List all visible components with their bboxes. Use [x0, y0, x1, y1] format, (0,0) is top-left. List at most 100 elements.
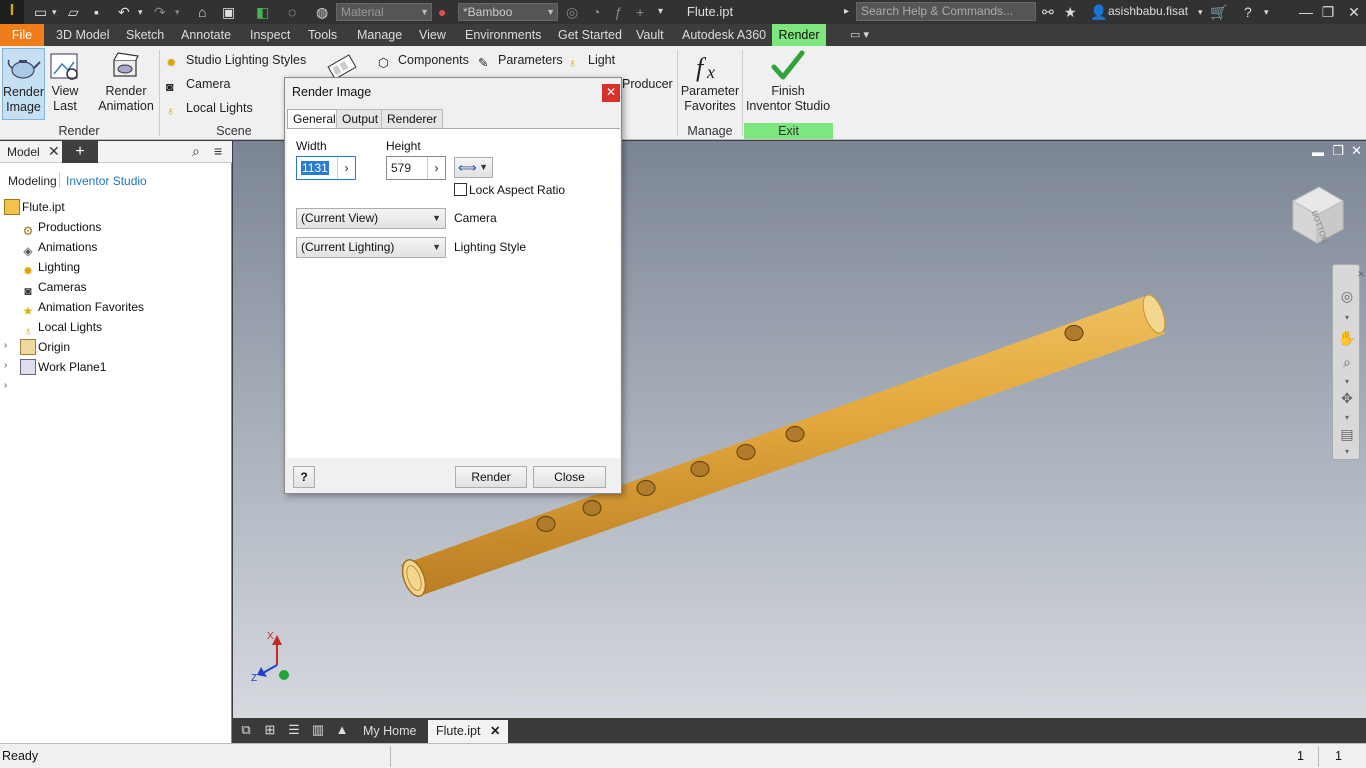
components-button[interactable]: ⬡ Components	[378, 49, 469, 71]
tab-3d-model[interactable]: 3D Model	[50, 24, 116, 46]
orbit-icon[interactable]: ✥	[1338, 389, 1356, 407]
help-icon[interactable]: ?	[1244, 3, 1252, 21]
nav-dropdown-icon[interactable]: ▾	[1338, 309, 1356, 327]
help-dropdown-icon[interactable]: ▾	[1264, 3, 1269, 21]
search-icon[interactable]: ⌕	[192, 143, 200, 160]
resolution-preset-dropdown[interactable]: ⟺ ▼	[454, 157, 493, 178]
user-dropdown-icon[interactable]: ▾	[1198, 3, 1203, 21]
tree-item-work-plane[interactable]: Work Plane1	[20, 357, 106, 377]
height-arrow-icon[interactable]: ›	[427, 157, 445, 179]
panel-options-icon[interactable]: ▭ ▾	[844, 24, 875, 46]
binoculars-icon[interactable]: ⚯	[1042, 3, 1054, 21]
tree-item-productions[interactable]: ⚙ Productions	[20, 217, 102, 238]
tree-item-animations[interactable]: ◈ Animations	[20, 237, 97, 258]
save-icon[interactable]: ▪	[94, 3, 99, 21]
expand-origin-icon[interactable]: ›	[4, 340, 7, 351]
look-at-dropdown-icon[interactable]: ▾	[1338, 443, 1356, 461]
parameter-favorites-button[interactable]: fx Parameter Favorites	[680, 48, 740, 114]
adjust-icon[interactable]: ◔	[592, 3, 600, 21]
doc-tab-flute[interactable]: Flute.ipt ✕	[428, 720, 509, 743]
undo-icon[interactable]: ↶	[118, 3, 130, 21]
menu-icon[interactable]: ≡	[214, 143, 222, 159]
finish-inventor-studio-button[interactable]: Finish Inventor Studio	[744, 48, 832, 114]
tab-annotate[interactable]: Annotate	[175, 24, 237, 46]
tab-modeling[interactable]: Modeling	[8, 174, 57, 188]
favorites-star-icon[interactable]: ★	[1064, 3, 1077, 21]
width-arrow-icon[interactable]: ›	[337, 157, 355, 179]
clear-appearance-icon[interactable]: ◎	[566, 3, 578, 21]
tile-vertical-icon[interactable]: ▥	[309, 722, 327, 738]
restore-icon[interactable]: ❐	[1316, 2, 1340, 22]
close-window-icon[interactable]: ✕	[1342, 2, 1366, 22]
doc-tab-my-home[interactable]: My Home	[355, 720, 424, 743]
tile-grid-icon[interactable]: ⊞	[261, 722, 279, 738]
tab-render[interactable]: Render	[772, 24, 826, 46]
lock-aspect-ratio-checkbox[interactable]	[454, 183, 467, 196]
tree-item-animation-favorites[interactable]: ★ Animation Favorites	[20, 297, 144, 318]
close-browser-icon[interactable]: ✕	[48, 143, 60, 160]
tab-inspect[interactable]: Inspect	[244, 24, 296, 46]
tab-view[interactable]: View	[413, 24, 452, 46]
globe-icon[interactable]: ◍	[316, 3, 328, 21]
steering-wheel-icon[interactable]: ◎	[1338, 287, 1356, 305]
tab-get-started[interactable]: Get Started	[552, 24, 628, 46]
home-icon[interactable]: ⌂	[198, 3, 206, 21]
tab-tools[interactable]: Tools	[302, 24, 343, 46]
select-icon[interactable]: ◧	[256, 3, 269, 21]
local-lights-button[interactable]: ♁ Local Lights	[166, 97, 253, 119]
browser-title[interactable]: Model	[7, 145, 40, 159]
tab-environments[interactable]: Environments	[459, 24, 547, 46]
minimize-icon[interactable]: —	[1294, 2, 1318, 22]
tile-horizontal-icon[interactable]: ☰	[285, 722, 303, 738]
tab-autodesk-a360[interactable]: Autodesk A360	[676, 24, 772, 46]
camera-button[interactable]: ◙ Camera	[166, 73, 230, 95]
tree-item-cameras[interactable]: ◙ Cameras	[20, 277, 86, 298]
nav-close-icon[interactable]: ✕	[1352, 265, 1366, 283]
undo-dropdown-icon[interactable]: ▾	[138, 3, 143, 21]
plus-icon[interactable]: +	[636, 3, 644, 21]
tab-sketch[interactable]: Sketch	[120, 24, 170, 46]
tab-vault[interactable]: Vault	[630, 24, 670, 46]
image-icon[interactable]: ▣	[222, 3, 235, 21]
expand-work-plane-icon[interactable]: ›	[4, 360, 7, 371]
cart-icon[interactable]: 🛒	[1210, 3, 1227, 21]
redo-icon[interactable]: ↷	[154, 3, 166, 21]
width-input[interactable]: 1131 ›	[296, 156, 356, 180]
view-last-button[interactable]: View Last	[46, 48, 84, 114]
camera-dropdown[interactable]: (Current View) ▼	[296, 208, 446, 229]
pan-hand-icon[interactable]: ✋	[1338, 329, 1356, 347]
color-wheel-icon[interactable]: ◌	[288, 3, 296, 21]
inventor-logo-icon[interactable]: I	[0, 0, 24, 24]
dialog-help-button[interactable]: ?	[293, 466, 315, 488]
light-button[interactable]: ♁ Light	[568, 49, 615, 71]
add-browser-icon[interactable]: +	[62, 141, 98, 163]
tree-item-local-lights[interactable]: ♁ Local Lights	[20, 317, 103, 338]
new-dropdown-icon[interactable]: ▾	[52, 3, 57, 21]
expand-animations-icon[interactable]: ›	[4, 380, 7, 391]
tab-inventor-studio[interactable]: Inventor Studio	[66, 174, 147, 188]
search-input[interactable]: Search Help & Commands...	[856, 2, 1036, 21]
tab-output[interactable]: Output	[336, 109, 385, 128]
open-folder-icon[interactable]: ▱	[68, 3, 79, 21]
expand-arrow-icon[interactable]: ▸	[844, 3, 849, 21]
studio-lighting-styles-button[interactable]: ✹ Studio Lighting Styles	[166, 49, 306, 71]
tree-item-origin[interactable]: Origin	[20, 337, 70, 357]
tab-manage[interactable]: Manage	[351, 24, 408, 46]
producer-button[interactable]: Producer	[622, 73, 673, 95]
new-file-icon[interactable]: ▭	[34, 3, 47, 21]
material-combo[interactable]: Material ▼	[336, 3, 432, 21]
tab-general[interactable]: General	[287, 109, 342, 129]
appearance-combo[interactable]: *Bamboo ▼	[458, 3, 558, 21]
render-image-button[interactable]: Render Image	[2, 48, 45, 120]
close-button[interactable]: Close	[533, 466, 606, 488]
tree-root-flute[interactable]: Flute.ipt	[4, 197, 65, 217]
redo-dropdown-icon[interactable]: ▾	[175, 3, 180, 21]
tab-renderer[interactable]: Renderer	[381, 109, 444, 128]
user-icon[interactable]: 👤	[1090, 3, 1107, 21]
fx-icon[interactable]: ƒ	[614, 3, 622, 21]
look-at-icon[interactable]: ▤	[1338, 425, 1356, 443]
tree-item-lighting[interactable]: ✹ Lighting	[20, 257, 80, 278]
close-doc-tab-icon[interactable]: ✕	[490, 724, 500, 738]
tab-file[interactable]: File	[0, 24, 44, 46]
user-name[interactable]: asishbabu.fisat	[1108, 4, 1188, 18]
